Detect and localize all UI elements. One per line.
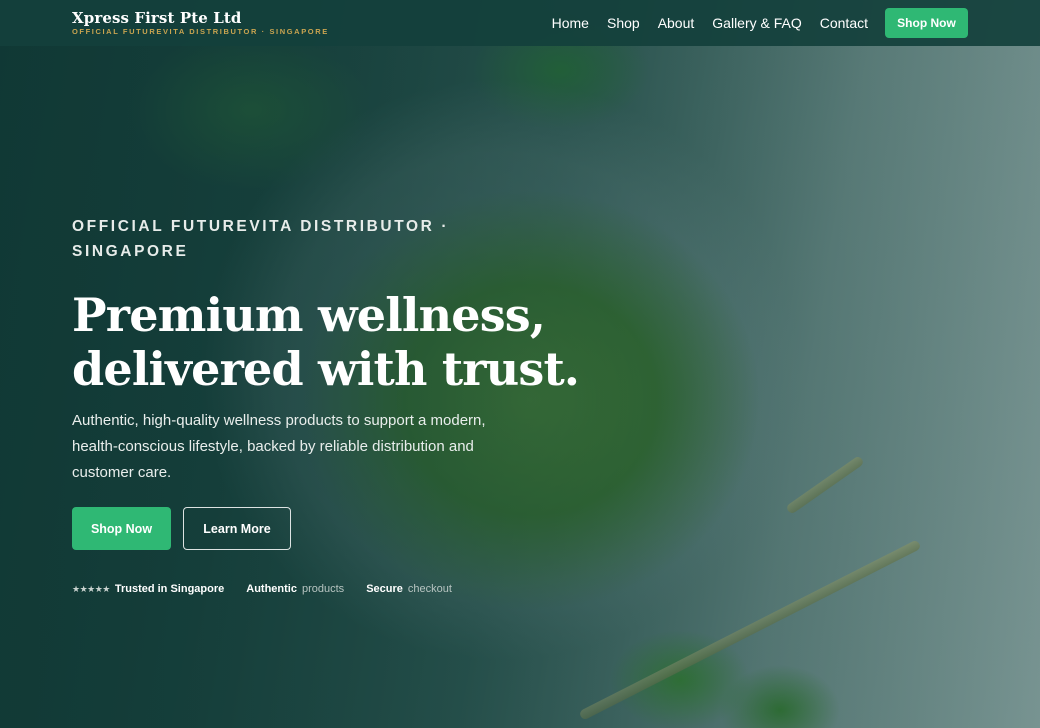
trust-item-secure: Secure checkout <box>366 583 452 595</box>
trust-label: Trusted in Singapore <box>114 583 225 595</box>
hero-subtext: Authentic, high-quality wellness product… <box>72 412 486 481</box>
nav-contact[interactable]: Contact <box>820 15 868 31</box>
brand-logo[interactable]: Xpress First Pte Ltd OFFICIAL FUTUREVITA… <box>72 9 329 37</box>
hero-eyebrow: OFFICIAL FUTUREVITA DISTRIBUTOR · SINGAP… <box>72 218 450 260</box>
trust-label: Secure <box>366 583 403 595</box>
brand-name: Xpress First Pte Ltd <box>72 9 242 27</box>
trust-label: Authentic <box>246 583 297 595</box>
site-header: Xpress First Pte Ltd OFFICIAL FUTUREVITA… <box>0 0 1040 46</box>
brand-tagline: OFFICIAL FUTUREVITA DISTRIBUTOR · SINGAP… <box>72 27 329 36</box>
trust-detail: checkout <box>407 583 452 595</box>
main-nav: Home Shop About Gallery & FAQ Contact <box>552 0 868 46</box>
nav-shop[interactable]: Shop <box>607 15 640 31</box>
shop-now-button[interactable]: Shop Now <box>72 507 171 550</box>
star-rating-icon: ★★★★★ <box>72 583 110 594</box>
header-shop-now-button[interactable]: Shop Now <box>885 8 968 38</box>
nav-home[interactable]: Home <box>552 15 589 31</box>
trust-item-authentic: Authentic products <box>246 583 344 595</box>
trust-item-trusted: ★★★★★ Trusted in Singapore <box>72 583 224 595</box>
nav-about[interactable]: About <box>658 15 695 31</box>
trust-badges: ★★★★★ Trusted in Singapore Authentic pro… <box>72 582 474 596</box>
nav-gallery-faq[interactable]: Gallery & FAQ <box>712 15 801 31</box>
hero-headline: Premium wellness, delivered with trust. <box>72 288 580 396</box>
learn-more-button[interactable]: Learn More <box>183 507 291 550</box>
trust-detail: products <box>301 583 345 595</box>
